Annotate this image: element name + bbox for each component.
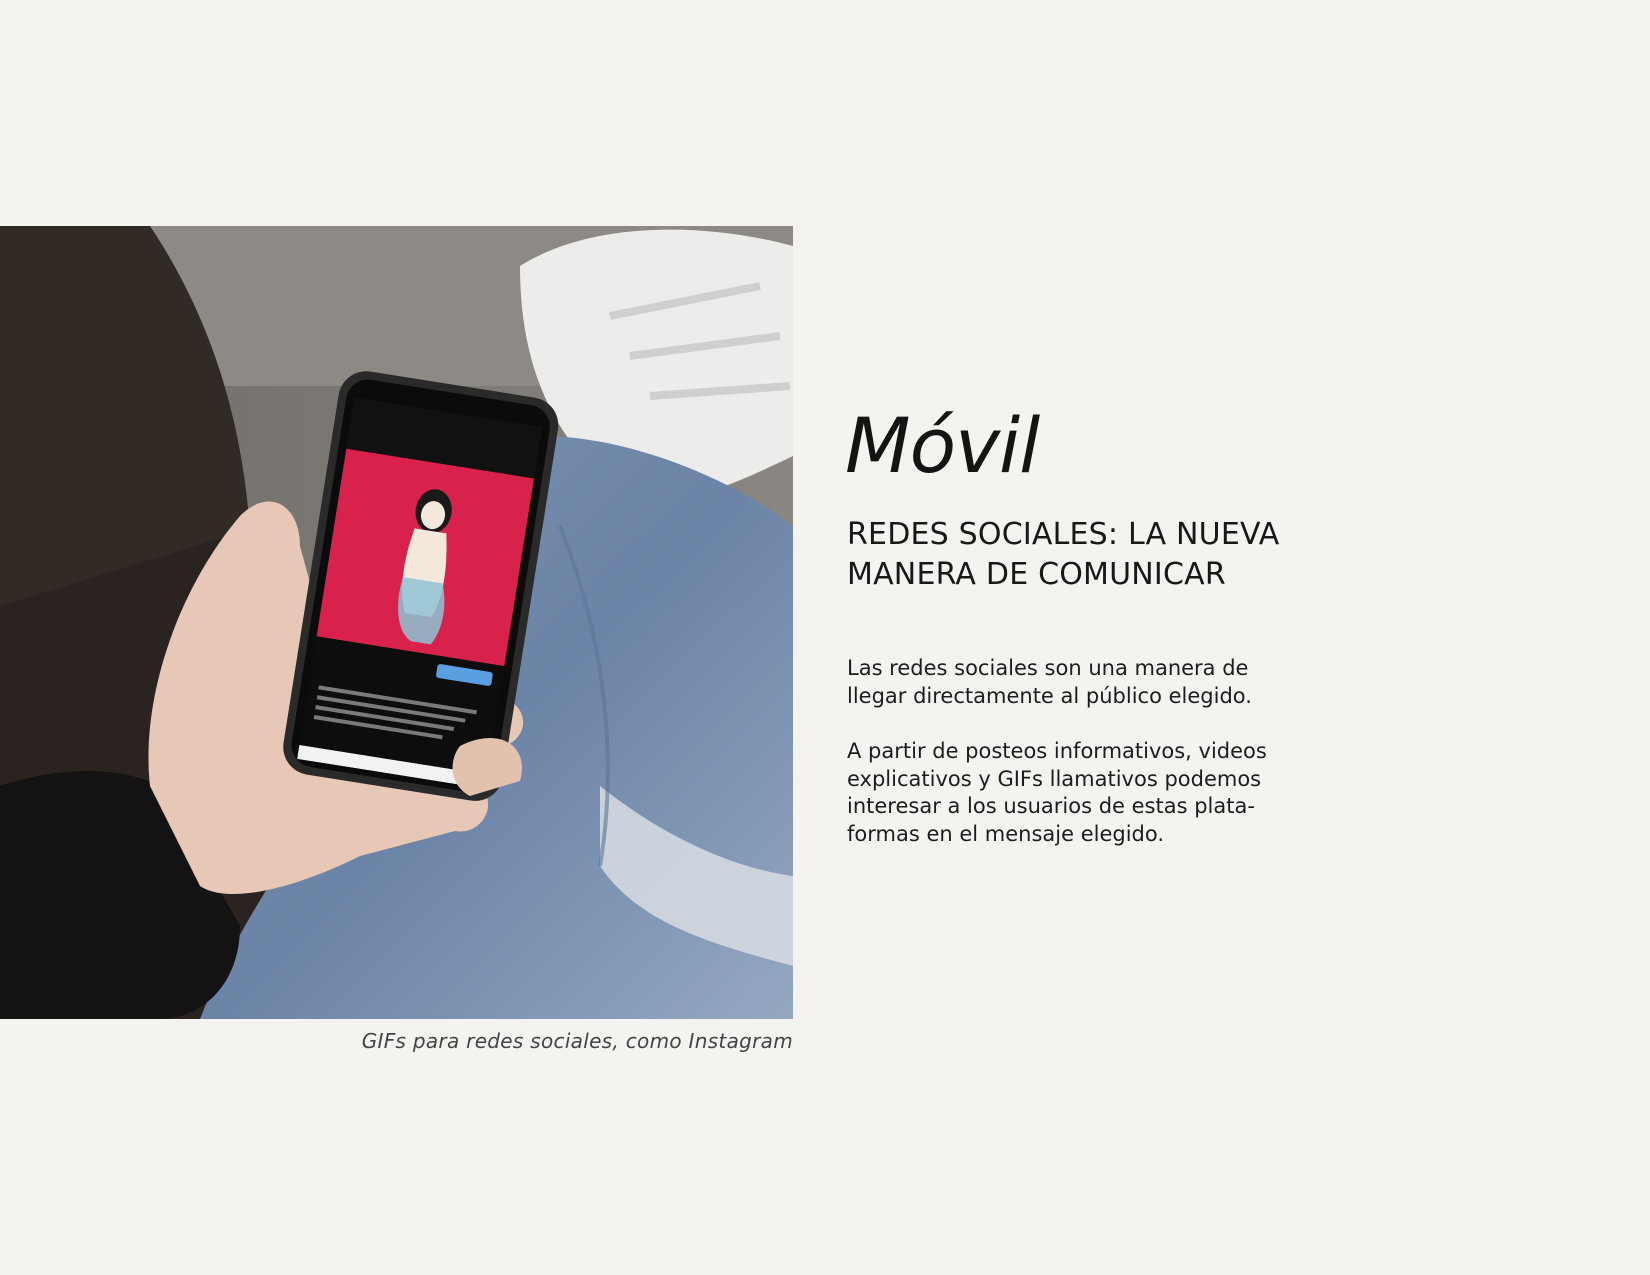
body-paragraph-1: Las redes sociales son una manera de lle… (847, 656, 1252, 708)
figure-caption: GIFs para redes sociales, como Instagram (361, 1029, 793, 1053)
hero-photo (0, 226, 793, 1019)
body-paragraph-2: A partir de posteos informativos, videos… (847, 739, 1267, 846)
page-title: Móvil (845, 401, 1040, 490)
section-subtitle: REDES SOCIALES: LA NUEVA MANERA DE COMUN… (847, 517, 1280, 592)
